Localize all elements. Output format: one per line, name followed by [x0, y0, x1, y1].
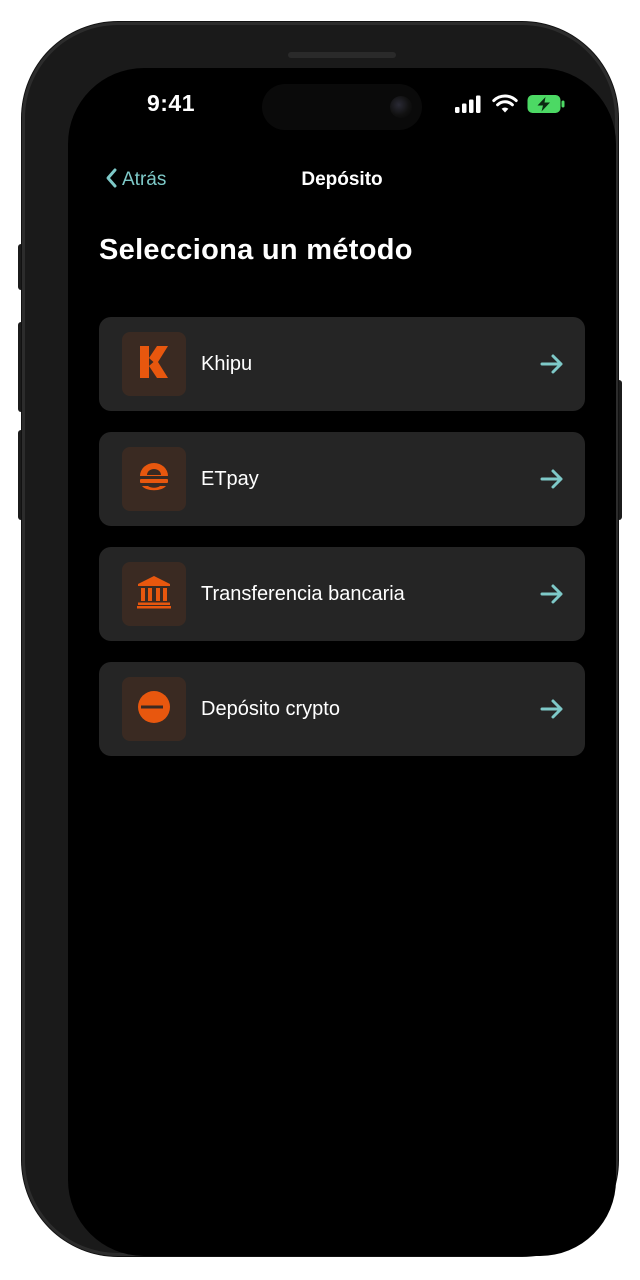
method-item-bank-transfer[interactable]: Transferencia bancaria	[99, 547, 585, 641]
method-label: Khipu	[201, 353, 253, 375]
method-icon-tile	[122, 447, 186, 511]
method-item-khipu[interactable]: Khipu	[99, 317, 585, 411]
bank-icon	[136, 575, 172, 614]
method-icon-tile	[122, 562, 186, 626]
method-item-crypto[interactable]: Depósito crypto	[99, 662, 585, 756]
back-button-label: Atrás	[122, 169, 167, 190]
status-icons	[454, 94, 574, 118]
method-icon-tile	[122, 677, 186, 741]
phone-screen: 9:41 Atrás Depósito Selecciona un método…	[68, 68, 616, 1256]
wifi-icon	[492, 94, 518, 119]
method-label: ETpay	[201, 468, 259, 490]
method-item-etpay[interactable]: ETpay	[99, 432, 585, 526]
earpiece-speaker	[288, 52, 396, 58]
dynamic-island	[262, 84, 422, 130]
battery-charging-icon	[526, 93, 566, 120]
status-time: 9:41	[146, 90, 196, 116]
arrow-right-icon	[539, 352, 565, 376]
crypto-icon	[136, 689, 172, 730]
arrow-right-icon	[539, 697, 565, 721]
arrow-right-icon	[539, 467, 565, 491]
status-bar: 9:41	[68, 68, 616, 148]
navigation-bar: Atrás Depósito	[68, 160, 616, 200]
method-icon-tile	[122, 332, 186, 396]
method-label: Transferencia bancaria	[201, 583, 405, 605]
deposit-method-list: Khipu ETpay Transferencia bancaria Depós…	[99, 317, 585, 777]
arrow-right-icon	[539, 582, 565, 606]
method-label: Depósito crypto	[201, 698, 340, 720]
khipu-logo-icon	[138, 345, 170, 384]
etpay-logo-icon	[136, 459, 172, 500]
screen-title: Depósito	[301, 169, 383, 190]
back-button[interactable]: Atrás	[104, 160, 166, 200]
front-camera-icon	[390, 96, 412, 118]
cellular-signal-icon	[454, 94, 484, 119]
page-heading: Selecciona un método	[99, 234, 413, 266]
phone-frame: 9:41 Atrás Depósito Selecciona un método…	[22, 22, 618, 1256]
chevron-left-icon	[104, 167, 118, 194]
